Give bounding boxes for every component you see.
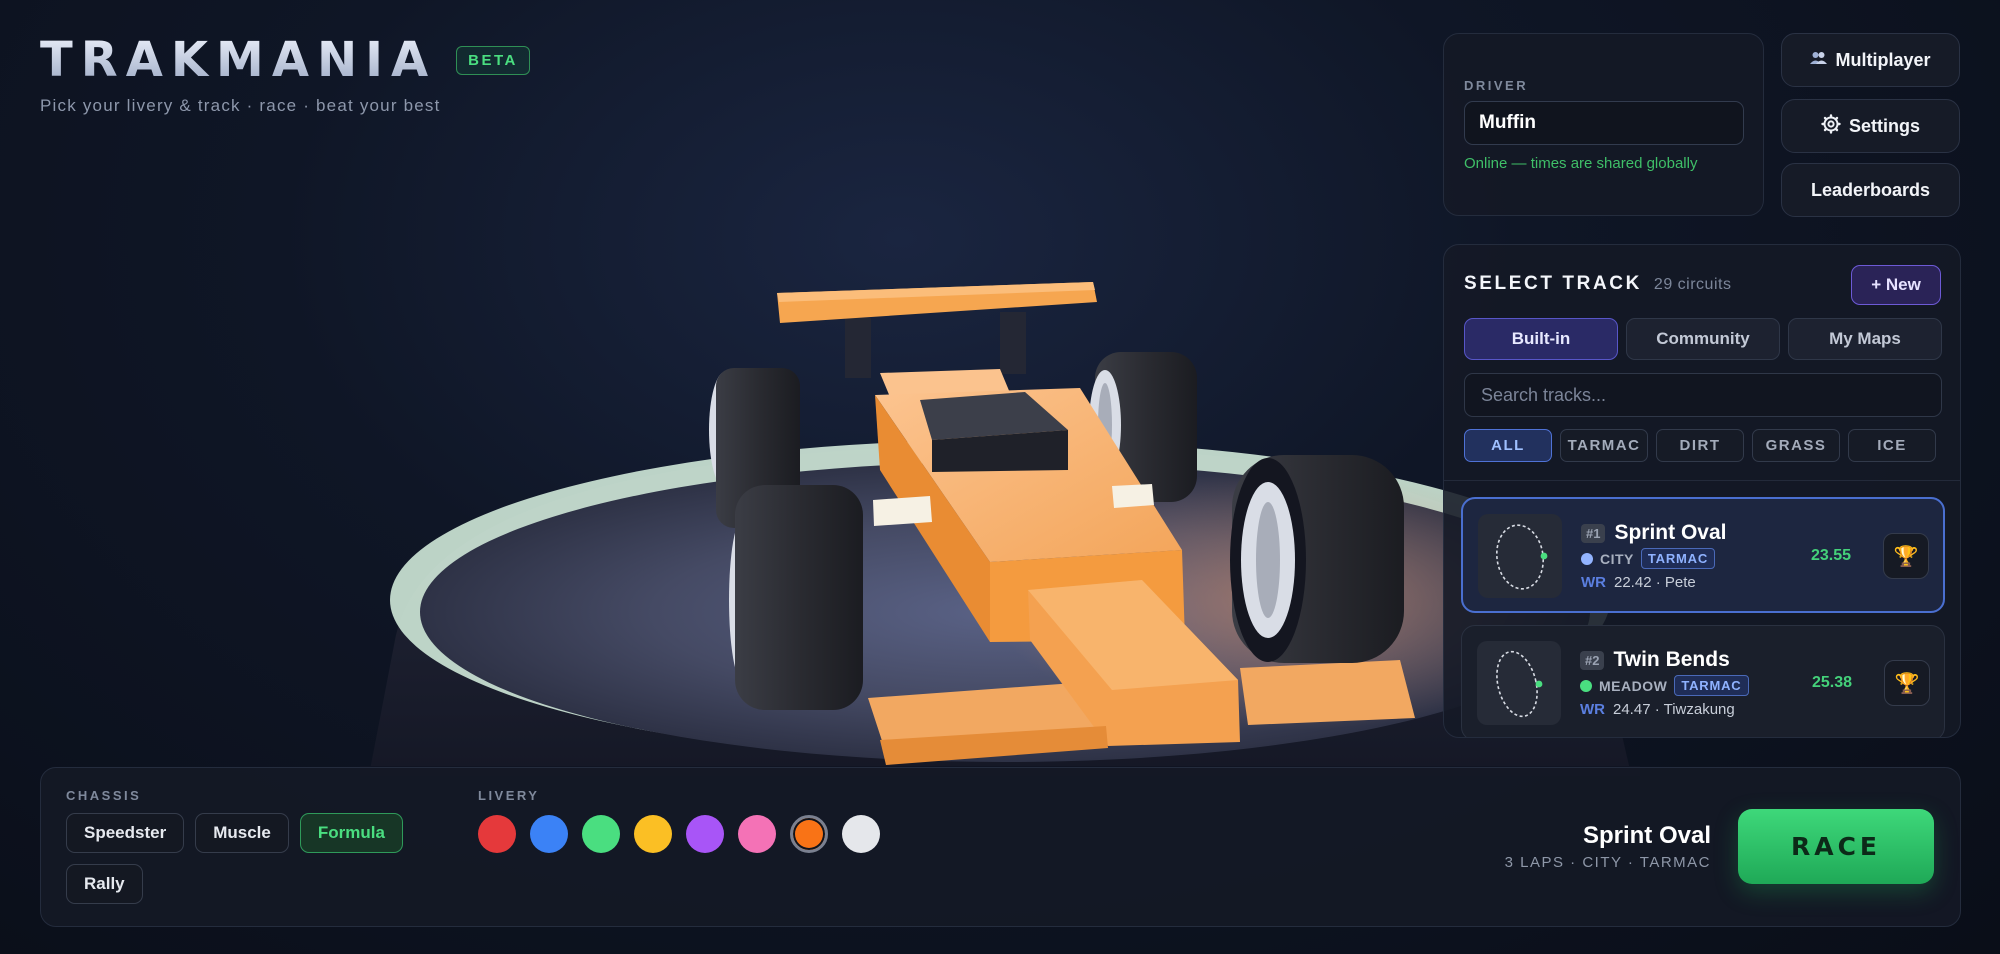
filter-tarmac[interactable]: TARMAC — [1560, 429, 1648, 462]
wr-label: WR — [1580, 701, 1605, 718]
selected-track-name: Sprint Oval — [1582, 822, 1711, 849]
wr-label: WR — [1581, 574, 1606, 591]
swatch-blue[interactable] — [530, 815, 568, 853]
tab-my-maps[interactable]: My Maps — [1788, 318, 1942, 360]
circuit-count: 29 circuits — [1653, 276, 1732, 293]
settings-button[interactable]: Settings — [1781, 99, 1960, 153]
track-thumbnail — [1478, 514, 1562, 598]
swatch-yellow[interactable] — [634, 815, 672, 853]
track-rank: #2 — [1580, 650, 1605, 670]
driver-card: DRIVER Online — times are shared globall… — [1443, 33, 1764, 216]
track-rank: #1 — [1581, 523, 1606, 543]
track-theme: MEADOW — [1599, 677, 1668, 694]
tagline: Pick your livery & track · race · beat y… — [40, 96, 441, 115]
personal-best: 25.38 — [1811, 674, 1852, 691]
game-logo: TRAKMANIA — [40, 32, 437, 88]
trophy-icon[interactable]: 🏆 — [1883, 533, 1929, 579]
personal-best: 23.55 — [1810, 547, 1851, 564]
swatch-purple[interactable] — [686, 815, 724, 853]
driver-label: DRIVER — [1464, 78, 1529, 93]
livery-label: LIVERY — [478, 788, 540, 803]
multiplayer-button[interactable]: Multiplayer — [1781, 33, 1960, 87]
livery-swatches — [478, 815, 880, 853]
chassis-rally-button[interactable]: Rally — [66, 864, 143, 904]
people-icon — [1810, 51, 1828, 69]
tab-community[interactable]: Community — [1626, 318, 1780, 360]
track-theme: CITY — [1600, 550, 1634, 567]
track-name: Twin Bends — [1613, 648, 1730, 671]
chassis-selector: CHASSIS Speedster Muscle Formula Rally — [66, 788, 446, 904]
beta-badge: BETA — [456, 45, 530, 75]
filter-all[interactable]: ALL — [1464, 429, 1552, 462]
track-search-input[interactable] — [1464, 373, 1942, 417]
driver-name-input[interactable] — [1464, 101, 1744, 145]
filter-ice[interactable]: ICE — [1848, 429, 1936, 462]
gear-icon — [1821, 114, 1841, 138]
formula-car-model — [709, 282, 1415, 765]
track-card-twin-bends[interactable]: #2 Twin Bends MEADOW TARMAC WR 24.47 · T… — [1461, 625, 1945, 737]
new-track-button[interactable]: + New — [1851, 265, 1941, 305]
race-button[interactable]: RACE — [1738, 809, 1934, 884]
surface-filters: ALL TARMAC DIRT GRASS ICE — [1464, 429, 1936, 462]
leaderboards-button[interactable]: Leaderboards — [1781, 163, 1960, 217]
trophy-icon[interactable]: 🏆 — [1884, 660, 1930, 706]
theme-dot — [1580, 679, 1592, 692]
settings-label: Settings — [1848, 115, 1920, 136]
swatch-red[interactable] — [478, 815, 516, 853]
track-panel-title: SELECT TRACK — [1464, 273, 1642, 294]
swatch-orange[interactable] — [790, 815, 828, 853]
track-thumbnail — [1477, 641, 1561, 725]
tab-built-in[interactable]: Built-in — [1464, 318, 1618, 360]
swatch-pink[interactable] — [738, 815, 776, 853]
panel-divider — [1444, 480, 1960, 481]
filter-grass[interactable]: GRASS — [1752, 429, 1840, 462]
world-record: 22.42 · Pete — [1614, 574, 1696, 591]
livery-selector: LIVERY — [478, 788, 880, 853]
selected-track-meta: 3 LAPS · CITY · TARMAC — [1504, 854, 1711, 871]
leaderboards-label: Leaderboards — [1810, 179, 1931, 200]
theme-dot — [1581, 552, 1593, 565]
track-name: Sprint Oval — [1614, 521, 1727, 544]
filter-dirt[interactable]: DIRT — [1656, 429, 1744, 462]
brand-header: TRAKMANIA BETA Pick your livery & track … — [40, 32, 530, 116]
swatch-white[interactable] — [842, 815, 880, 853]
track-card-sprint-oval[interactable]: #1 Sprint Oval CITY TARMAC WR 22.42 · Pe… — [1461, 497, 1945, 613]
track-source-tabs: Built-in Community My Maps — [1464, 318, 1942, 360]
surface-badge: TARMAC — [1674, 675, 1749, 696]
chassis-muscle-button[interactable]: Muscle — [195, 813, 289, 853]
swatch-green[interactable] — [582, 815, 620, 853]
track-select-panel: SELECT TRACK 29 circuits + New Built-in … — [1443, 244, 1961, 738]
world-record: 24.47 · Tiwzakung — [1613, 701, 1735, 718]
multiplayer-label: Multiplayer — [1835, 49, 1931, 70]
chassis-label: CHASSIS — [66, 788, 142, 803]
online-status: Online — times are shared globally — [1464, 155, 1698, 172]
chassis-speedster-button[interactable]: Speedster — [66, 813, 185, 853]
chassis-formula-button[interactable]: Formula — [299, 813, 403, 853]
surface-badge: TARMAC — [1640, 548, 1716, 569]
race-summary: Sprint Oval 3 LAPS · CITY · TARMAC — [1505, 822, 1711, 871]
bottom-bar: CHASSIS Speedster Muscle Formula Rally L… — [40, 767, 1961, 927]
